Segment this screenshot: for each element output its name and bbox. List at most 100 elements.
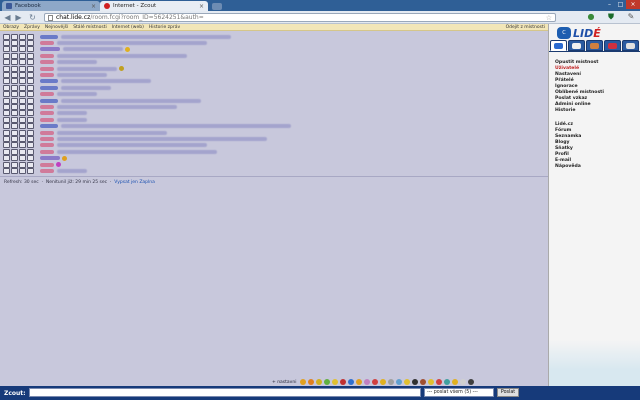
smiley-icon[interactable] bbox=[300, 379, 307, 385]
smiley-icon[interactable] bbox=[428, 379, 435, 385]
message-nick[interactable] bbox=[40, 136, 54, 141]
tab-photos[interactable] bbox=[586, 40, 603, 51]
reload-icon[interactable]: ↻ bbox=[28, 13, 37, 22]
message-input[interactable] bbox=[29, 388, 421, 397]
browser-tab-bar: Facebook × Internet - Zcout × – □ × bbox=[0, 0, 640, 11]
smiley-icon bbox=[125, 46, 130, 52]
message-nick[interactable] bbox=[40, 47, 60, 52]
chat-menu-bar: Obrazy Zprávy Nejnovější Stálé místnosti… bbox=[0, 24, 548, 31]
message-nick[interactable] bbox=[40, 156, 60, 161]
message-nick[interactable] bbox=[40, 124, 58, 129]
message-nick[interactable] bbox=[40, 92, 54, 97]
menu-internet[interactable]: Internet (web) bbox=[112, 25, 144, 30]
smiley-icon[interactable] bbox=[468, 379, 475, 385]
smiley-icon[interactable] bbox=[340, 379, 347, 385]
smiley-icon[interactable] bbox=[332, 379, 339, 385]
recipient-select[interactable]: --- poslat všem (5) --- bbox=[424, 388, 494, 397]
status-line: Refresh: 30 sec · Nenítunil již: 29 min … bbox=[4, 180, 155, 185]
message-text bbox=[61, 124, 291, 129]
message-text bbox=[57, 66, 117, 71]
smiley-icon[interactable] bbox=[364, 379, 371, 385]
smiley-icon[interactable] bbox=[324, 379, 331, 385]
tab-chat[interactable] bbox=[550, 40, 567, 51]
tab-users[interactable] bbox=[568, 40, 585, 51]
menu-nejnovejsi[interactable]: Nejnovější bbox=[45, 25, 68, 30]
message-nick[interactable] bbox=[40, 168, 54, 173]
smiley-icon[interactable] bbox=[412, 379, 419, 385]
users-icon bbox=[572, 42, 581, 49]
message-nick[interactable] bbox=[40, 130, 54, 135]
message-text bbox=[57, 111, 87, 116]
message-nick[interactable] bbox=[40, 79, 58, 84]
idle-text: Nenítunil již: 29 min 25 sec bbox=[45, 180, 108, 185]
message-nick[interactable] bbox=[40, 72, 54, 77]
close-tab-icon[interactable]: × bbox=[199, 3, 204, 10]
ignore-icon[interactable] bbox=[27, 167, 34, 174]
message-text bbox=[57, 53, 187, 58]
smiley-icon[interactable] bbox=[404, 379, 411, 385]
send-button[interactable]: Poslat bbox=[497, 388, 519, 397]
smiley-icon[interactable] bbox=[452, 379, 459, 385]
lide-logo[interactable]: C LIDÉ bbox=[557, 27, 633, 41]
message-nick[interactable] bbox=[40, 149, 54, 154]
forward-icon[interactable]: ▶ bbox=[14, 13, 23, 22]
back-icon[interactable]: ◀ bbox=[3, 13, 12, 22]
tab-internet-zcout[interactable]: Internet - Zcout × bbox=[100, 1, 208, 11]
message-nick[interactable] bbox=[40, 143, 54, 148]
address-bar[interactable]: chat.lide.cz/room.fcgi?room_ID=5624251&a… bbox=[44, 13, 556, 22]
close-tab-icon[interactable]: × bbox=[91, 3, 96, 10]
tab-messages[interactable] bbox=[622, 40, 639, 51]
smiley-icon[interactable] bbox=[444, 379, 451, 385]
sidebar-menu: Opustit místnost Uživatelé Nastavení Přá… bbox=[555, 60, 635, 170]
smiley-icon[interactable] bbox=[380, 379, 387, 385]
message-nick[interactable] bbox=[40, 34, 58, 39]
smiley-icon[interactable] bbox=[316, 379, 323, 385]
message-nick[interactable] bbox=[40, 85, 58, 90]
smiley-icon[interactable] bbox=[420, 379, 427, 385]
smiley-icon[interactable] bbox=[372, 379, 379, 385]
sidebar-item-napoveda[interactable]: Nápověda bbox=[555, 164, 635, 170]
minimize-icon[interactable]: – bbox=[604, 0, 615, 9]
whisper-icon[interactable] bbox=[11, 167, 18, 174]
tab-facebook[interactable]: Facebook × bbox=[2, 1, 100, 11]
message-nick[interactable] bbox=[40, 53, 54, 58]
smiley-icon[interactable] bbox=[396, 379, 403, 385]
close-window-icon[interactable]: × bbox=[626, 0, 640, 9]
message-nick[interactable] bbox=[40, 117, 54, 122]
smiley-icon[interactable] bbox=[436, 379, 443, 385]
wrench-icon[interactable]: ✎ bbox=[626, 12, 636, 22]
smiley-icon[interactable] bbox=[356, 379, 363, 385]
message-text bbox=[61, 79, 151, 84]
tab-love[interactable] bbox=[604, 40, 621, 51]
messages-icon bbox=[626, 42, 635, 49]
page-icon bbox=[48, 14, 53, 21]
message-nick[interactable] bbox=[40, 104, 54, 109]
extension-icon[interactable]: ● bbox=[586, 12, 596, 22]
leave-room-link[interactable]: Odejít z místnosti bbox=[506, 25, 545, 30]
smiley-icon[interactable] bbox=[348, 379, 355, 385]
message-text bbox=[57, 72, 107, 77]
message-nick[interactable] bbox=[40, 66, 54, 71]
message-nick[interactable] bbox=[40, 98, 58, 103]
profile-icon[interactable] bbox=[19, 167, 26, 174]
smiley-icon[interactable] bbox=[388, 379, 395, 385]
message-nick[interactable] bbox=[40, 162, 54, 167]
smiley-icon[interactable] bbox=[460, 379, 467, 385]
menu-historie[interactable]: Historie zpráv bbox=[149, 25, 180, 30]
bookmark-star-icon[interactable]: ☆ bbox=[546, 14, 552, 22]
menu-zpravy[interactable]: Zprávy bbox=[24, 25, 40, 30]
smiley-icon[interactable] bbox=[308, 379, 315, 385]
lide-icon bbox=[104, 3, 110, 9]
list-link[interactable]: Vypsat jen Zaplna bbox=[114, 180, 155, 185]
smiley-settings-label[interactable]: + nastavni bbox=[272, 380, 296, 385]
message-nick[interactable] bbox=[40, 60, 54, 65]
shield-icon[interactable]: ⛊ bbox=[606, 12, 616, 22]
message-nick[interactable] bbox=[40, 40, 54, 45]
smiley-icon bbox=[119, 66, 124, 71]
menu-obrazy[interactable]: Obrazy bbox=[3, 25, 19, 30]
message-nick[interactable] bbox=[40, 111, 54, 116]
maximize-icon[interactable]: □ bbox=[615, 0, 626, 9]
menu-stale-mistnosti[interactable]: Stálé místnosti bbox=[73, 25, 107, 30]
reply-icon[interactable] bbox=[3, 167, 10, 174]
new-tab-button[interactable] bbox=[212, 3, 222, 10]
